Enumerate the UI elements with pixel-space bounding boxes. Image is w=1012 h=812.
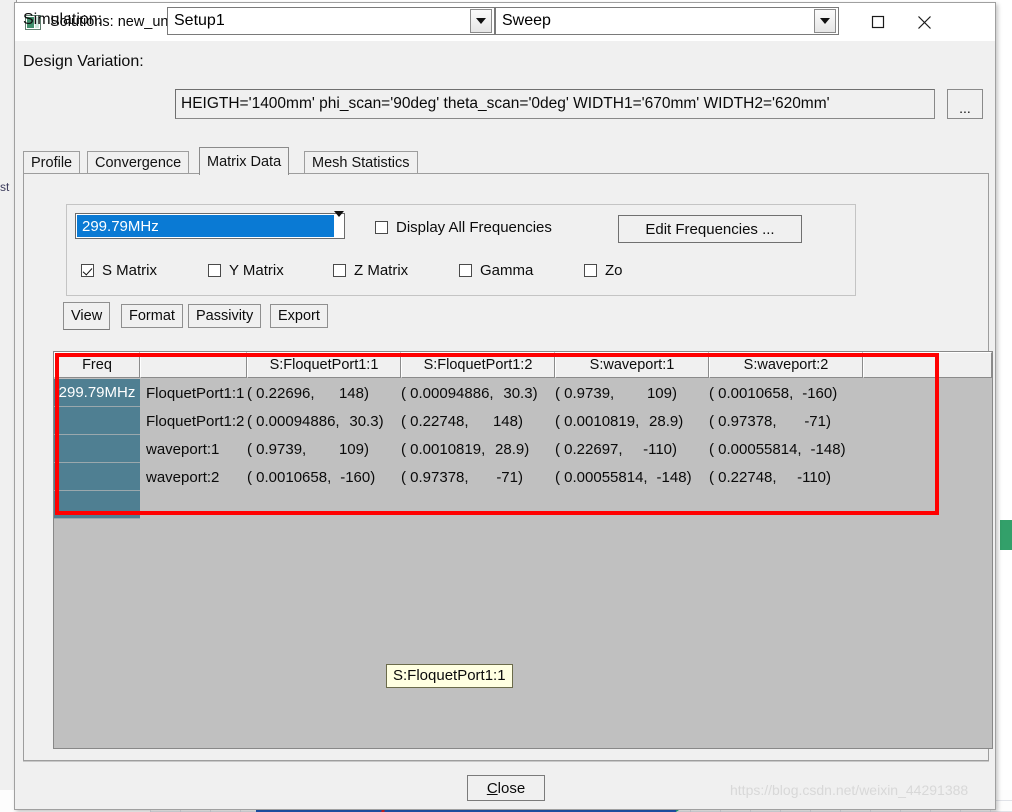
checkbox-box-icon bbox=[584, 264, 597, 277]
y-matrix-label: Y Matrix bbox=[229, 262, 284, 279]
sweep-value: Sweep bbox=[502, 12, 551, 29]
cell-r2-c2: ( 0.22697, -110) bbox=[555, 440, 677, 458]
tab-matrix-data[interactable]: Matrix Data bbox=[199, 147, 290, 175]
close-accel: C bbox=[486, 779, 498, 797]
cell-r1-c2: ( 0.0010819, 28.9) bbox=[555, 412, 684, 430]
frequency-combobox[interactable]: 299.79MHz bbox=[75, 211, 345, 239]
z-matrix-checkbox[interactable]: Z Matrix bbox=[333, 262, 408, 279]
s-matrix-label: S Matrix bbox=[102, 262, 158, 279]
frequency-selected-value: 299.79MHz bbox=[77, 215, 334, 237]
gamma-checkbox[interactable]: Gamma bbox=[459, 262, 533, 279]
footer-separator bbox=[23, 761, 989, 762]
cell-r0-c0: ( 0.22696, 148) bbox=[247, 384, 369, 402]
design-variation-browse-button[interactable]: ... bbox=[947, 89, 983, 119]
cell-r3-c2: ( 0.00055814, -148) bbox=[555, 468, 692, 486]
gamma-label: Gamma bbox=[480, 262, 534, 279]
checkbox-box-icon bbox=[333, 264, 346, 277]
row-freq-cell bbox=[54, 407, 140, 435]
cell-r2-c1: ( 0.0010819, 28.9) bbox=[401, 440, 530, 458]
close-button[interactable]: Close bbox=[467, 775, 545, 801]
close-icon[interactable] bbox=[901, 3, 948, 41]
chevron-down-icon[interactable] bbox=[334, 211, 344, 235]
table-row[interactable]: FloquetPort1:2 ( 0.00094886, 30.3) ( 0.22… bbox=[54, 407, 992, 435]
z-matrix-label: Z Matrix bbox=[354, 262, 409, 279]
cell-r2-c3: ( 0.00055814, -148) bbox=[709, 440, 846, 458]
background-left-text: st bbox=[0, 180, 10, 194]
cell-r0-c1: ( 0.00094886, 30.3) bbox=[401, 384, 538, 402]
cell-r1-c1: ( 0.22748, 148) bbox=[401, 412, 523, 430]
close-label-rest: lose bbox=[497, 779, 526, 797]
maximize-icon[interactable] bbox=[854, 3, 901, 41]
zo-label: Zo bbox=[605, 262, 623, 279]
cell-r2-c0: ( 0.9739, 109) bbox=[247, 440, 369, 458]
cell-r3-c3: ( 0.22748, -110) bbox=[709, 468, 831, 486]
checkbox-box-icon bbox=[459, 264, 472, 277]
column-header-waveport-2[interactable]: S:waveport:2 bbox=[709, 352, 863, 378]
s-matrix-checkbox[interactable]: S Matrix bbox=[81, 262, 157, 279]
row-freq-cell bbox=[54, 435, 140, 463]
tab-mesh-statistics[interactable]: Mesh Statistics bbox=[304, 151, 418, 173]
column-header-blank[interactable] bbox=[140, 352, 247, 378]
column-header-waveport-1[interactable]: S:waveport:1 bbox=[555, 352, 709, 378]
zo-checkbox[interactable]: Zo bbox=[584, 262, 623, 279]
design-variation-label: Design Variation: bbox=[23, 53, 144, 70]
row-freq-cell bbox=[54, 491, 140, 519]
grid-tooltip: S:FloquetPort1:1 bbox=[386, 664, 513, 688]
sweep-combobox[interactable]: Sweep bbox=[495, 7, 839, 35]
subtab-export[interactable]: Export bbox=[270, 304, 328, 328]
simulation-setup-combobox[interactable]: Setup1 bbox=[167, 7, 495, 35]
table-row[interactable]: 299.79MHz FloquetPort1:1 ( 0.22696, 148) … bbox=[54, 379, 992, 407]
design-variation-field[interactable]: HEIGTH='1400mm' phi_scan='90deg' theta_s… bbox=[175, 89, 935, 119]
row-port-label: waveport:2 bbox=[146, 468, 220, 486]
chevron-down-icon[interactable] bbox=[470, 9, 492, 33]
cell-r0-c3: ( 0.0010658, -160) bbox=[709, 384, 838, 402]
simulation-label: Simulation: bbox=[23, 11, 103, 28]
matrix-grid-header-row: Freq S:FloquetPort1:1 S:FloquetPort1:2 S… bbox=[54, 352, 992, 378]
cell-r3-c1: ( 0.97378, -71) bbox=[401, 468, 523, 486]
display-all-frequencies-label: Display All Frequencies bbox=[396, 219, 552, 236]
solutions-dialog: Solutions: new_unit_ceil - HFSSDesign1 S… bbox=[14, 2, 996, 810]
table-row[interactable]: waveport:1 ( 0.9739, 109) ( 0.0010819, 28.… bbox=[54, 435, 992, 463]
main-tab-strip: Profile Convergence Matrix Data Mesh Sta… bbox=[23, 147, 989, 175]
row-freq-cell bbox=[54, 463, 140, 491]
matrix-data-grid[interactable]: Freq S:FloquetPort1:1 S:FloquetPort1:2 S… bbox=[53, 351, 993, 749]
matrix-view-subtabs: View Format Passivity Export bbox=[63, 302, 363, 330]
checkbox-box-icon bbox=[208, 264, 221, 277]
cell-r0-c2: ( 0.9739, 109) bbox=[555, 384, 677, 402]
column-header-freq[interactable]: Freq bbox=[54, 352, 140, 378]
tab-convergence[interactable]: Convergence bbox=[87, 151, 190, 173]
column-header-floquetport1-1[interactable]: S:FloquetPort1:1 bbox=[247, 352, 401, 378]
watermark-text: https://blog.csdn.net/weixin_44291388 bbox=[730, 782, 969, 798]
cell-r3-c0: ( 0.0010658, -160) bbox=[247, 468, 376, 486]
background-green-edge bbox=[1000, 520, 1012, 550]
row-port-label: FloquetPort1:2 bbox=[146, 412, 245, 430]
row-port-label: FloquetPort1:1 bbox=[146, 384, 245, 402]
tab-profile[interactable]: Profile bbox=[23, 151, 81, 173]
chevron-down-icon[interactable] bbox=[814, 9, 836, 33]
table-row-empty[interactable] bbox=[54, 491, 992, 519]
cell-r1-c0: ( 0.00094886, 30.3) bbox=[247, 412, 384, 430]
column-header-trailing[interactable] bbox=[863, 352, 992, 378]
edit-frequencies-button[interactable]: Edit Frequencies ... bbox=[618, 215, 802, 243]
subtab-format[interactable]: Format bbox=[121, 304, 183, 328]
row-freq-cell: 299.79MHz bbox=[54, 379, 140, 407]
simulation-setup-value: Setup1 bbox=[174, 12, 225, 29]
y-matrix-checkbox[interactable]: Y Matrix bbox=[208, 262, 284, 279]
column-header-floquetport1-2[interactable]: S:FloquetPort1:2 bbox=[401, 352, 555, 378]
cell-r1-c3: ( 0.97378, -71) bbox=[709, 412, 831, 430]
table-row[interactable]: waveport:2 ( 0.0010658, -160) ( 0.97378, -… bbox=[54, 463, 992, 491]
display-all-frequencies-checkbox[interactable]: Display All Frequencies bbox=[375, 219, 552, 236]
subtab-passivity[interactable]: Passivity bbox=[188, 304, 262, 328]
subtab-view[interactable]: View bbox=[63, 302, 111, 330]
checkbox-checked-icon bbox=[81, 264, 94, 277]
row-port-label: waveport:1 bbox=[146, 440, 220, 458]
checkbox-box-icon bbox=[375, 221, 388, 234]
